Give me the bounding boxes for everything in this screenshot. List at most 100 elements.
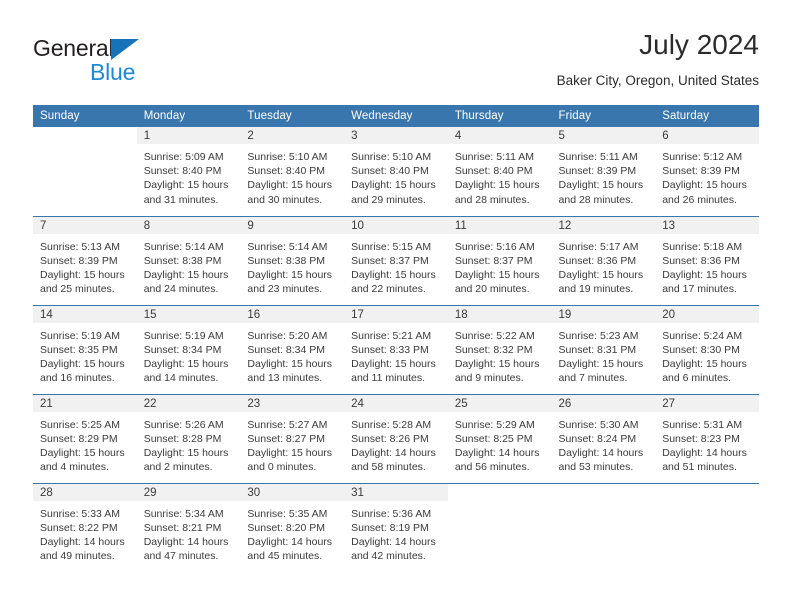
sunrise-text: Sunrise: 5:18 AM bbox=[662, 240, 743, 253]
sunrise-text: Sunrise: 5:11 AM bbox=[558, 151, 638, 163]
day-details: Sunrise: 5:13 AM Sunset: 8:39 PM Daylight:… bbox=[33, 234, 137, 297]
calendar-day-9[interactable]: 9 Sunrise: 5:14 AM Sunset: 8:38 PM Daylight… bbox=[240, 216, 345, 305]
sunset-text: Sunset: 8:38 PM bbox=[143, 254, 222, 267]
calendar-cell: 9 Sunrise: 5:14 AM Sunset: 8:38 PM Daylight… bbox=[240, 215, 345, 305]
calendar-day-7[interactable]: 7 Sunrise: 5:13 AM Sunset: 8:39 PM Daylight… bbox=[33, 216, 137, 305]
daylight-text-line2: and 47 minutes. bbox=[143, 550, 219, 563]
calendar-day-14[interactable]: 14 Sunrise: 5:19 AM Sunset: 8:35 PM Dayligh… bbox=[33, 305, 137, 394]
calendar-day-22[interactable]: 22 Sunrise: 5:26 AM Sunset: 8:28 PM Dayligh… bbox=[136, 394, 241, 483]
calendar-day-30[interactable]: 30 Sunrise: 5:35 AM Sunset: 8:20 PM Dayligh… bbox=[240, 483, 345, 572]
sunrise-text: Sunrise: 5:29 AM bbox=[454, 418, 535, 431]
sunset-text: Sunset: 8:25 PM bbox=[454, 432, 533, 445]
calendar-week-row: 7 Sunrise: 5:13 AM Sunset: 8:39 PM Daylight… bbox=[33, 215, 759, 305]
sunrise-text: Sunrise: 5:28 AM bbox=[351, 418, 432, 431]
daylight-text-line2: and 22 minutes. bbox=[351, 283, 426, 296]
calendar-cell: 3 Sunrise: 5:10 AM Sunset: 8:40 PM Daylight… bbox=[344, 127, 448, 216]
calendar-cell: 29 Sunrise: 5:34 AM Sunset: 8:21 PM Dayligh… bbox=[136, 482, 241, 572]
calendar-day-19[interactable]: 19 Sunrise: 5:23 AM Sunset: 8:31 PM Dayligh… bbox=[551, 305, 656, 394]
calendar-cell: 5 Sunrise: 5:11 AM Sunset: 8:39 PM Daylight… bbox=[551, 127, 656, 216]
daylight-text-line2: and 20 minutes. bbox=[454, 283, 530, 296]
day-details: Sunrise: 5:26 AM Sunset: 8:28 PM Daylight:… bbox=[137, 412, 241, 475]
calendar-cell: 13 Sunrise: 5:18 AM Sunset: 8:36 PM Dayligh… bbox=[655, 215, 759, 305]
calendar-cell: 15 Sunrise: 5:19 AM Sunset: 8:34 PM Dayligh… bbox=[136, 304, 241, 394]
calendar-day-25[interactable]: 25 Sunrise: 5:29 AM Sunset: 8:25 PM Dayligh… bbox=[447, 394, 552, 483]
calendar-day-11[interactable]: 11 Sunrise: 5:16 AM Sunset: 8:37 PM Dayligh… bbox=[447, 216, 552, 305]
calendar-day-26[interactable]: 26 Sunrise: 5:30 AM Sunset: 8:24 PM Dayligh… bbox=[551, 394, 656, 483]
sunset-text: Sunset: 8:26 PM bbox=[351, 432, 429, 445]
sunset-text: Sunset: 8:34 PM bbox=[143, 343, 222, 356]
day-number: 14 bbox=[33, 305, 137, 323]
calendar-day-13[interactable]: 13 Sunrise: 5:18 AM Sunset: 8:36 PM Dayligh… bbox=[655, 216, 759, 305]
day-details: Sunrise: 5:23 AM Sunset: 8:31 PM Daylight:… bbox=[552, 323, 656, 386]
calendar-day-29[interactable]: 29 Sunrise: 5:34 AM Sunset: 8:21 PM Dayligh… bbox=[136, 483, 241, 572]
calendar-cell: 19 Sunrise: 5:23 AM Sunset: 8:31 PM Dayligh… bbox=[551, 304, 656, 394]
daylight-text-line2: and 49 minutes. bbox=[40, 550, 115, 563]
daylight-text-line2: and 42 minutes. bbox=[351, 550, 426, 563]
calendar-week-row: 14 Sunrise: 5:19 AM Sunset: 8:35 PM Dayligh… bbox=[33, 304, 759, 394]
calendar-cell: 2 Sunrise: 5:10 AM Sunset: 8:40 PM Daylight… bbox=[240, 127, 345, 216]
calendar-day-17[interactable]: 17 Sunrise: 5:21 AM Sunset: 8:33 PM Dayligh… bbox=[344, 305, 448, 394]
calendar-day-empty bbox=[552, 484, 656, 572]
day-number: 20 bbox=[655, 305, 759, 323]
daylight-text-line1: Daylight: 15 hours bbox=[143, 179, 229, 192]
sunset-text: Sunset: 8:24 PM bbox=[558, 432, 637, 445]
day-number: 24 bbox=[344, 394, 448, 412]
daylight-text-line1: Daylight: 15 hours bbox=[558, 357, 644, 370]
sunset-text: Sunset: 8:40 PM bbox=[247, 165, 326, 178]
calendar-day-16[interactable]: 16 Sunrise: 5:20 AM Sunset: 8:34 PM Dayligh… bbox=[240, 305, 345, 394]
daylight-text-line1: Daylight: 14 hours bbox=[247, 535, 333, 548]
calendar-day-23[interactable]: 23 Sunrise: 5:27 AM Sunset: 8:27 PM Dayligh… bbox=[240, 394, 345, 483]
day-number: 28 bbox=[33, 483, 137, 501]
calendar-day-10[interactable]: 10 Sunrise: 5:15 AM Sunset: 8:37 PM Dayligh… bbox=[344, 216, 448, 305]
day-details: Sunrise: 5:19 AM Sunset: 8:34 PM Daylight:… bbox=[137, 323, 241, 386]
day-number bbox=[33, 127, 137, 144]
day-details: Sunrise: 5:31 AM Sunset: 8:23 PM Daylight:… bbox=[655, 412, 759, 475]
calendar-day-20[interactable]: 20 Sunrise: 5:24 AM Sunset: 8:30 PM Dayligh… bbox=[655, 305, 759, 394]
day-details: Sunrise: 5:36 AM Sunset: 8:19 PM Daylight:… bbox=[344, 501, 448, 564]
day-details: Sunrise: 5:14 AM Sunset: 8:38 PM Daylight:… bbox=[137, 234, 241, 297]
daylight-text-line2: and 0 minutes. bbox=[247, 461, 317, 474]
day-number: 30 bbox=[240, 483, 345, 501]
calendar-day-12[interactable]: 12 Sunrise: 5:17 AM Sunset: 8:36 PM Dayligh… bbox=[551, 216, 656, 305]
calendar-day-31[interactable]: 31 Sunrise: 5:36 AM Sunset: 8:19 PM Dayligh… bbox=[344, 483, 448, 572]
daylight-text-line1: Daylight: 15 hours bbox=[40, 268, 125, 281]
daylight-text-line2: and 14 minutes. bbox=[143, 372, 219, 385]
day-details: Sunrise: 5:29 AM Sunset: 8:25 PM Daylight:… bbox=[448, 412, 552, 475]
day-number: 26 bbox=[551, 394, 656, 412]
weekday-header-wednesday: Wednesday bbox=[344, 105, 448, 127]
calendar-body: 1 Sunrise: 5:09 AM Sunset: 8:40 PM Daylight… bbox=[33, 127, 759, 572]
calendar-day-4[interactable]: 4 Sunrise: 5:11 AM Sunset: 8:40 PM Daylight… bbox=[447, 127, 552, 215]
calendar-day-21[interactable]: 21 Sunrise: 5:25 AM Sunset: 8:29 PM Dayligh… bbox=[33, 394, 137, 483]
calendar-cell bbox=[33, 127, 137, 216]
calendar-day-27[interactable]: 27 Sunrise: 5:31 AM Sunset: 8:23 PM Dayligh… bbox=[655, 394, 759, 483]
sunset-text: Sunset: 8:34 PM bbox=[247, 343, 326, 356]
sunrise-text: Sunrise: 5:17 AM bbox=[558, 240, 639, 253]
calendar-day-6[interactable]: 6 Sunrise: 5:12 AM Sunset: 8:39 PM Daylight… bbox=[655, 127, 759, 215]
daylight-text-line2: and 16 minutes. bbox=[40, 372, 115, 385]
sunset-text: Sunset: 8:33 PM bbox=[351, 343, 429, 356]
sunset-text: Sunset: 8:37 PM bbox=[454, 254, 533, 267]
calendar-day-15[interactable]: 15 Sunrise: 5:19 AM Sunset: 8:34 PM Dayligh… bbox=[136, 305, 241, 394]
sunset-text: Sunset: 8:19 PM bbox=[351, 521, 429, 534]
day-details: Sunrise: 5:33 AM Sunset: 8:22 PM Daylight:… bbox=[33, 501, 137, 564]
day-details: Sunrise: 5:27 AM Sunset: 8:27 PM Daylight:… bbox=[240, 412, 344, 475]
calendar-day-8[interactable]: 8 Sunrise: 5:14 AM Sunset: 8:38 PM Daylight… bbox=[136, 216, 241, 305]
calendar-day-1[interactable]: 1 Sunrise: 5:09 AM Sunset: 8:40 PM Daylight… bbox=[136, 127, 241, 215]
sunrise-text: Sunrise: 5:14 AM bbox=[143, 240, 224, 253]
day-details bbox=[33, 144, 137, 150]
calendar-day-5[interactable]: 5 Sunrise: 5:11 AM Sunset: 8:39 PM Daylight… bbox=[551, 127, 656, 215]
daylight-text-line2: and 58 minutes. bbox=[351, 461, 426, 474]
calendar-day-2[interactable]: 2 Sunrise: 5:10 AM Sunset: 8:40 PM Daylight… bbox=[240, 127, 345, 215]
calendar-cell: 12 Sunrise: 5:17 AM Sunset: 8:36 PM Dayligh… bbox=[551, 215, 656, 305]
daylight-text-line1: Daylight: 15 hours bbox=[558, 268, 644, 281]
calendar-cell: 6 Sunrise: 5:12 AM Sunset: 8:39 PM Daylight… bbox=[655, 127, 759, 216]
calendar-day-18[interactable]: 18 Sunrise: 5:22 AM Sunset: 8:32 PM Dayligh… bbox=[447, 305, 552, 394]
sunset-text: Sunset: 8:22 PM bbox=[40, 521, 118, 534]
calendar-day-24[interactable]: 24 Sunrise: 5:28 AM Sunset: 8:26 PM Dayligh… bbox=[344, 394, 448, 483]
calendar-day-28[interactable]: 28 Sunrise: 5:33 AM Sunset: 8:22 PM Dayligh… bbox=[33, 483, 137, 572]
calendar-day-empty bbox=[33, 127, 137, 215]
calendar-day-3[interactable]: 3 Sunrise: 5:10 AM Sunset: 8:40 PM Daylight… bbox=[344, 127, 448, 215]
calendar-cell: 17 Sunrise: 5:21 AM Sunset: 8:33 PM Dayligh… bbox=[344, 304, 448, 394]
day-details: Sunrise: 5:22 AM Sunset: 8:32 PM Daylight:… bbox=[448, 323, 552, 386]
sunset-text: Sunset: 8:32 PM bbox=[454, 343, 533, 356]
